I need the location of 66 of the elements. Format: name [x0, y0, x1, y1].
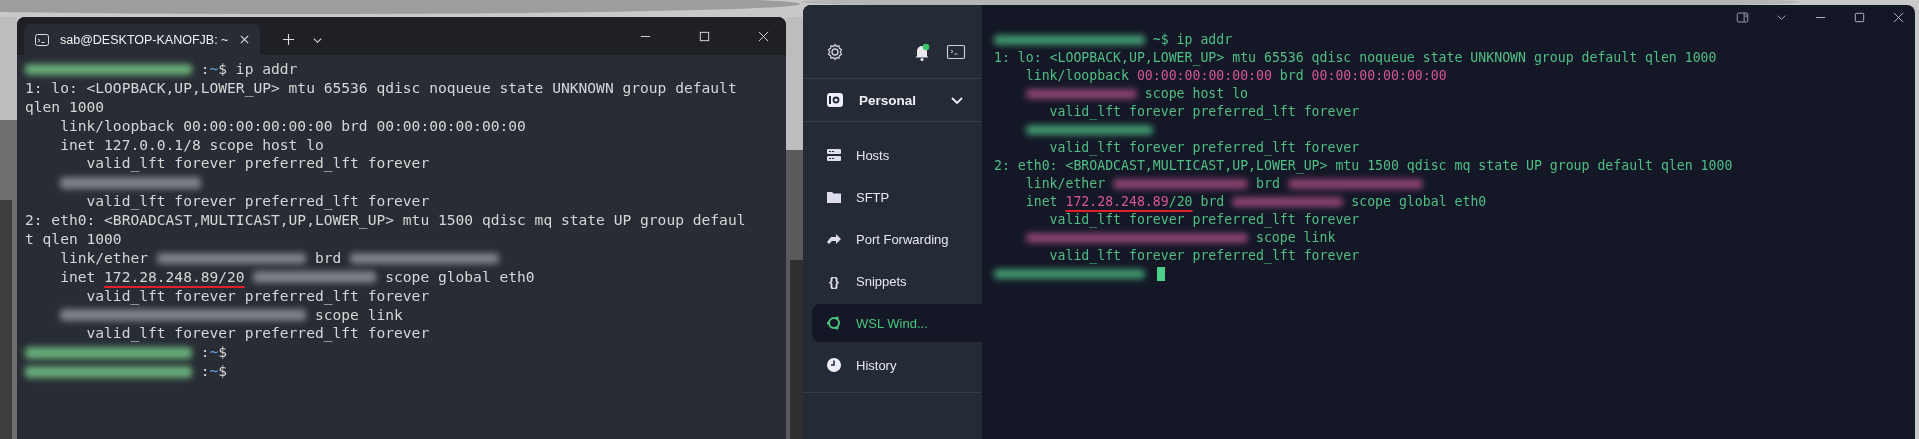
terminal-text: inet — [1024, 193, 1059, 211]
terminal-text: /20 — [1168, 193, 1193, 211]
terminal-text: scope global eth0 — [1351, 193, 1487, 211]
terminal-tab[interactable]: sab@DESKTOP-KANOFJB: ~ — [24, 24, 260, 55]
chevron-down-icon[interactable] — [312, 35, 323, 46]
terminal-text: valid_lft forever preferred_lft forever — [85, 154, 430, 174]
terminal-text: 00:00:00:00:00:00 — [1311, 67, 1447, 85]
maximize-icon[interactable] — [698, 30, 711, 43]
terminal-text: valid_lft forever preferred_lft forever — [1048, 211, 1360, 229]
terminal-text: : — [200, 60, 210, 79]
terminal-icon — [34, 31, 50, 48]
terminal-text: link/ether — [59, 248, 148, 268]
terminal-text: 2: eth0: <BROADCAST,MULTICAST,UP,LOWER_UP> mtu 1500 qdisc mq state UP group defaul — [25, 211, 746, 231]
braces-icon: {} — [825, 273, 843, 289]
close-icon[interactable] — [757, 30, 770, 43]
terminal-text: brd — [1278, 67, 1305, 85]
sidebar-item[interactable]: SFTP — [812, 178, 982, 216]
plus-icon[interactable] — [282, 33, 295, 46]
terminal-text: brd — [1199, 193, 1225, 211]
vault-icon — [825, 90, 845, 110]
terminal-text: scope global eth0 — [385, 267, 535, 287]
terminal-text: inet 127.0.0.1/8 scope host lo — [59, 135, 324, 155]
server-icon — [825, 146, 843, 164]
terminal-text: valid_lft forever preferred_lft forever — [85, 192, 430, 212]
terminal-text: brd — [314, 248, 342, 268]
linux-icon — [825, 314, 843, 332]
terminal-text: ~ — [209, 343, 219, 363]
terminal-text: valid_lft forever preferred_lft forever — [1048, 139, 1360, 157]
terminal-text: 172.28.248.89/20 — [104, 267, 245, 287]
terminal-text: scope link — [1256, 229, 1336, 247]
terminal-text: brd — [1256, 175, 1280, 193]
terminal-text: 2: eth0: <BROADCAST,MULTICAST,UP,LOWER_UP> mtu 1500 qdisc mq state UP group default qlen 1000 — [994, 157, 1733, 175]
terminal-text: $ ip addr — [218, 60, 298, 79]
terminal-text: $ — [218, 343, 228, 363]
terminal-text: ~ — [209, 362, 219, 382]
terminal-text: 00:00:00:00:00:00 — [1136, 67, 1272, 85]
terminal-text: link/loopback — [1024, 67, 1130, 85]
sidebar-item[interactable]: Port Forwarding — [812, 220, 982, 258]
terminal-text: valid_lft forever preferred_lft forever — [85, 324, 430, 344]
terminal-text: 1: lo: <LOOPBACK,UP,LOWER_UP> mtu 65536 qdisc noqueue state UNKNOWN group default qlen 1000 — [994, 49, 1717, 67]
sidebar-item[interactable]: History — [812, 346, 982, 384]
terminal-text: inet — [59, 267, 97, 287]
sidebar-item[interactable]: Hosts — [812, 136, 982, 174]
terminal-text: scope host lo — [1144, 85, 1249, 103]
close-icon[interactable] — [239, 34, 250, 45]
terminal-text: scope link — [314, 305, 403, 325]
terminal-text: link/loopback 00:00:00:00:00:00 brd 00:00:00:00:00:00 — [59, 116, 526, 136]
terminal-text: $ — [218, 362, 228, 382]
terminal-text: valid_lft forever preferred_lft forever — [85, 286, 430, 306]
settings-icon[interactable] — [825, 41, 845, 62]
terminal-text: ~ — [209, 60, 219, 79]
terminal-text: 172.28.248.89 — [1065, 193, 1169, 211]
sidebar-item[interactable]: WSL Wind... — [812, 304, 982, 342]
terminal-text: link/ether — [1024, 175, 1106, 193]
terminal-text: 1: lo: <LOOPBACK,UP,LOWER_UP> mtu 65536 qdisc noqueue state UNKNOWN group default — [25, 78, 737, 98]
sidebar-item[interactable]: {} Snippets — [812, 262, 982, 300]
terminal-text: valid_lft forever preferred_lft forever — [1048, 103, 1360, 121]
terminal-text: : — [200, 362, 210, 382]
text-cursor — [1156, 266, 1165, 282]
terminal-text: valid_lft forever preferred_lft forever — [1048, 247, 1360, 265]
terminal-text: : — [200, 343, 210, 363]
terminal-text: qlen 1000 — [25, 97, 105, 117]
terminal-text: t qlen 1000 — [25, 230, 122, 249]
clock-icon — [825, 356, 843, 374]
terminal-text: ~$ ip addr — [1152, 31, 1233, 49]
vault-selector[interactable]: Personal — [803, 79, 982, 122]
